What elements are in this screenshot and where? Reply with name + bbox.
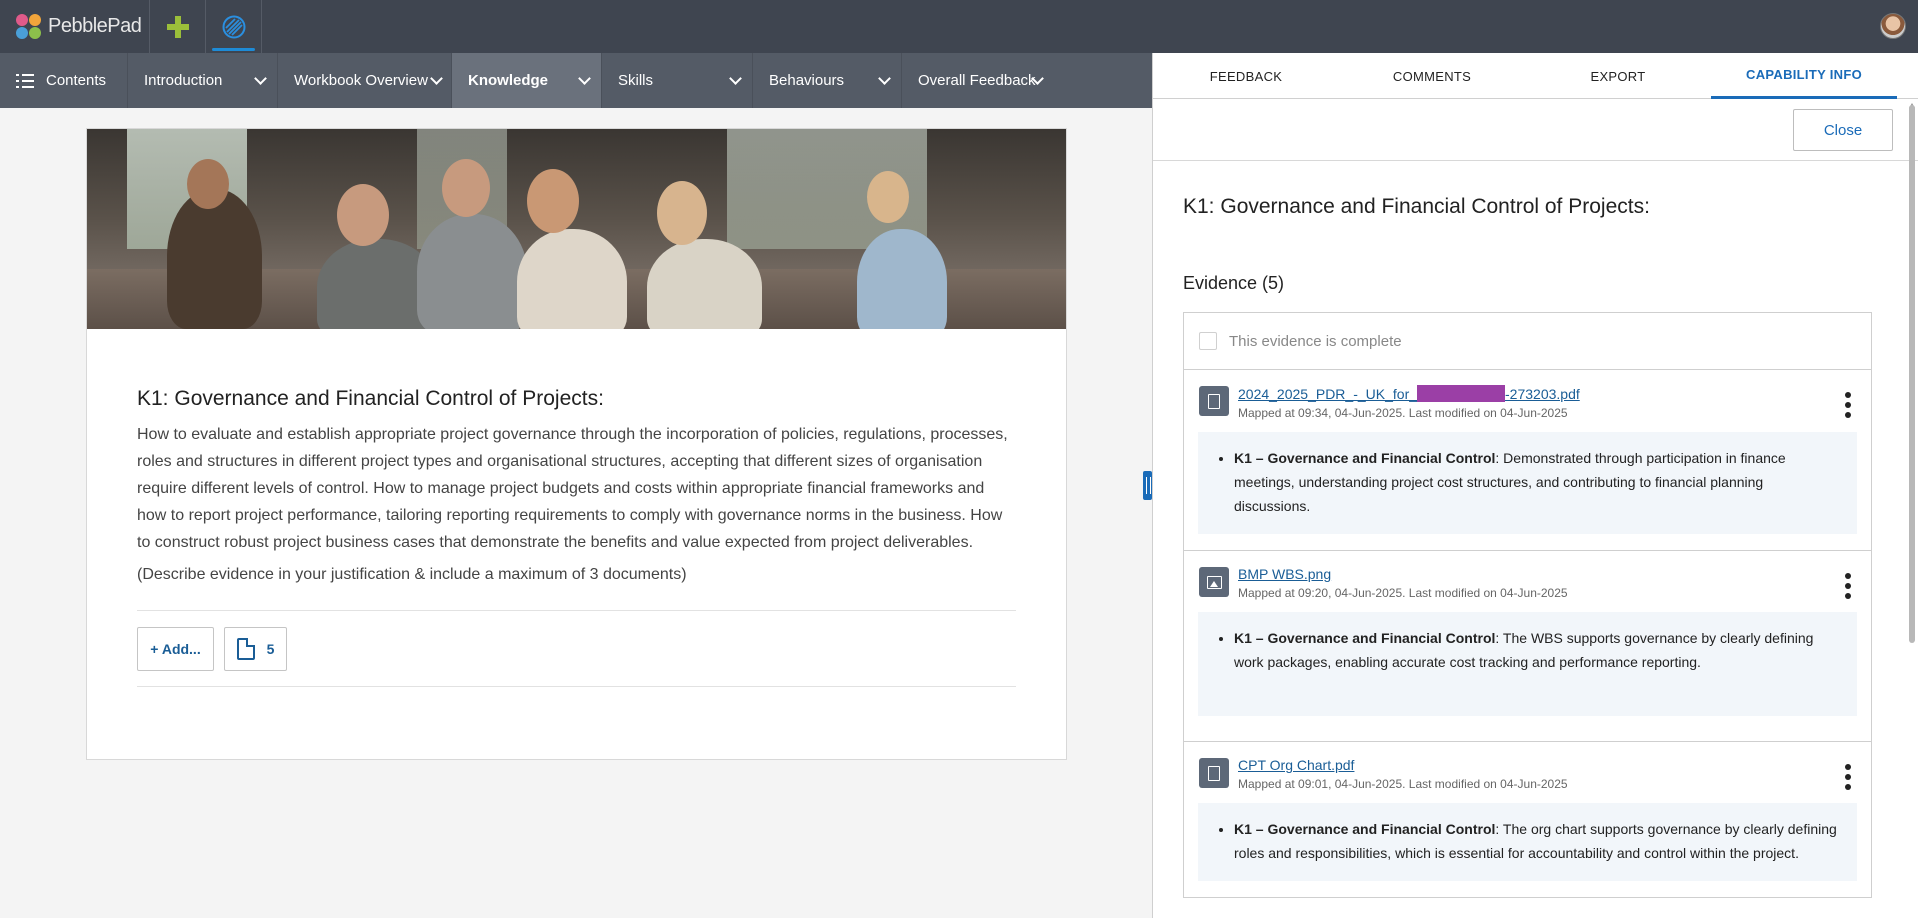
workbook-nav: Contents Introduction Workbook Overview … xyxy=(0,53,1152,108)
pebblepad-logo-icon xyxy=(16,13,42,40)
evidence-link[interactable]: BMP WBS.png xyxy=(1238,566,1331,582)
atlas-globe-icon xyxy=(222,15,245,38)
evidence-meta: Mapped at 09:01, 04-Jun-2025. Last modif… xyxy=(1238,777,1568,791)
evidence-count-button[interactable]: 5 xyxy=(224,626,287,671)
evidence-name-prefix: 2024_2025_PDR_-_UK_for_ xyxy=(1238,386,1418,402)
nav-skills-label: Skills xyxy=(618,72,654,89)
pebblepad-logo[interactable]: PebblePad xyxy=(0,0,150,53)
evidence-justification: K1 – Governance and Financial Control: T… xyxy=(1198,803,1857,881)
evidence-meta: Mapped at 09:34, 04-Jun-2025. Last modif… xyxy=(1238,406,1568,420)
evidence-justification: K1 – Governance and Financial Control: T… xyxy=(1198,612,1857,716)
nav-introduction[interactable]: Introduction xyxy=(128,53,278,108)
nav-knowledge-label: Knowledge xyxy=(468,72,549,89)
evidence-name-suffix: -273203.pdf xyxy=(1505,386,1580,402)
contents-list-icon xyxy=(16,73,34,88)
evidence-heading: Evidence (5) xyxy=(1183,273,1285,293)
close-button[interactable]: Close xyxy=(1793,109,1893,151)
nav-overall-feedback[interactable]: Overall Feedback xyxy=(902,53,1052,108)
nav-contents[interactable]: Contents xyxy=(0,53,128,108)
panel-header: Close xyxy=(1153,99,1918,161)
panel-resize-handle[interactable] xyxy=(1143,471,1152,500)
nav-skills[interactable]: Skills xyxy=(602,53,753,108)
side-panel: FEEDBACK COMMENTS EXPORT CAPABILITY INFO… xyxy=(1152,53,1918,918)
card-title: K1: Governance and Financial Control of … xyxy=(137,387,604,410)
image-file-icon xyxy=(1199,567,1229,597)
tab-capability-info[interactable]: CAPABILITY INFO xyxy=(1711,53,1897,99)
app-name: PebblePad xyxy=(48,15,142,37)
plus-icon xyxy=(166,15,189,38)
nav-workbook-overview[interactable]: Workbook Overview xyxy=(278,53,452,108)
capability-title: K1: Governance and Financial Control of … xyxy=(1183,195,1650,218)
tab-comments[interactable]: COMMENTS xyxy=(1339,53,1525,99)
more-options-icon[interactable] xyxy=(1845,392,1851,418)
tab-feedback[interactable]: FEEDBACK xyxy=(1153,53,1339,99)
chevron-down-icon xyxy=(878,72,891,85)
add-evidence-button[interactable]: + Add... xyxy=(137,626,214,671)
evidence-link[interactable]: 2024_2025_PDR_-_UK_for_ -273203.pdf xyxy=(1238,385,1580,402)
tab-export[interactable]: EXPORT xyxy=(1525,53,1711,99)
evidence-item: CPT Org Chart.pdf Mapped at 09:01, 04-Ju… xyxy=(1184,742,1871,897)
nav-overall-feedback-label: Overall Feedback xyxy=(918,72,1036,89)
nav-workbook-overview-label: Workbook Overview xyxy=(294,72,428,89)
evidence-list: This evidence is complete 2024_2025_PDR_… xyxy=(1183,312,1872,898)
justification-bold: K1 – Governance and Financial Control xyxy=(1234,450,1496,466)
document-icon xyxy=(236,637,255,660)
knowledge-card: K1: Governance and Financial Control of … xyxy=(86,128,1067,760)
card-note: (Describe evidence in your justification… xyxy=(137,566,687,583)
workspace-button[interactable] xyxy=(206,0,262,53)
evidence-complete-checkbox[interactable] xyxy=(1199,332,1217,350)
redaction-block xyxy=(1417,385,1506,402)
justification-bold: K1 – Governance and Financial Control xyxy=(1234,821,1496,837)
user-avatar[interactable] xyxy=(1880,13,1906,39)
create-new-button[interactable] xyxy=(150,0,206,53)
card-actions: + Add... 5 xyxy=(137,610,1016,687)
chevron-down-icon xyxy=(578,72,591,85)
nav-contents-label: Contents xyxy=(46,72,107,89)
justification-bold: K1 – Governance and Financial Control xyxy=(1234,630,1496,646)
evidence-complete-row: This evidence is complete xyxy=(1184,313,1871,370)
chevron-down-icon xyxy=(729,72,742,85)
chevron-down-icon xyxy=(254,72,267,85)
hero-image xyxy=(87,129,1066,329)
nav-behaviours[interactable]: Behaviours xyxy=(753,53,902,108)
panel-tabs: FEEDBACK COMMENTS EXPORT CAPABILITY INFO xyxy=(1153,53,1918,99)
nav-behaviours-label: Behaviours xyxy=(769,72,845,89)
evidence-complete-label: This evidence is complete xyxy=(1229,332,1402,350)
evidence-item: 2024_2025_PDR_-_UK_for_ -273203.pdf Mappe… xyxy=(1184,370,1871,551)
evidence-justification: K1 – Governance and Financial Control: D… xyxy=(1198,432,1857,534)
chevron-down-icon xyxy=(430,72,443,85)
evidence-item: BMP WBS.png Mapped at 09:20, 04-Jun-2025… xyxy=(1184,551,1871,742)
evidence-meta: Mapped at 09:20, 04-Jun-2025. Last modif… xyxy=(1238,586,1568,600)
more-options-icon[interactable] xyxy=(1845,764,1851,790)
more-options-icon[interactable] xyxy=(1845,573,1851,599)
nav-introduction-label: Introduction xyxy=(144,72,223,89)
panel-scrollbar[interactable] xyxy=(1909,105,1915,643)
pdf-file-icon xyxy=(1199,758,1229,788)
top-bar: PebblePad xyxy=(0,0,1918,53)
evidence-link[interactable]: CPT Org Chart.pdf xyxy=(1238,757,1354,773)
pdf-file-icon xyxy=(1199,386,1229,416)
card-description: How to evaluate and establish appropriat… xyxy=(137,426,1008,551)
nav-knowledge[interactable]: Knowledge xyxy=(452,53,602,108)
evidence-count: 5 xyxy=(266,640,275,657)
